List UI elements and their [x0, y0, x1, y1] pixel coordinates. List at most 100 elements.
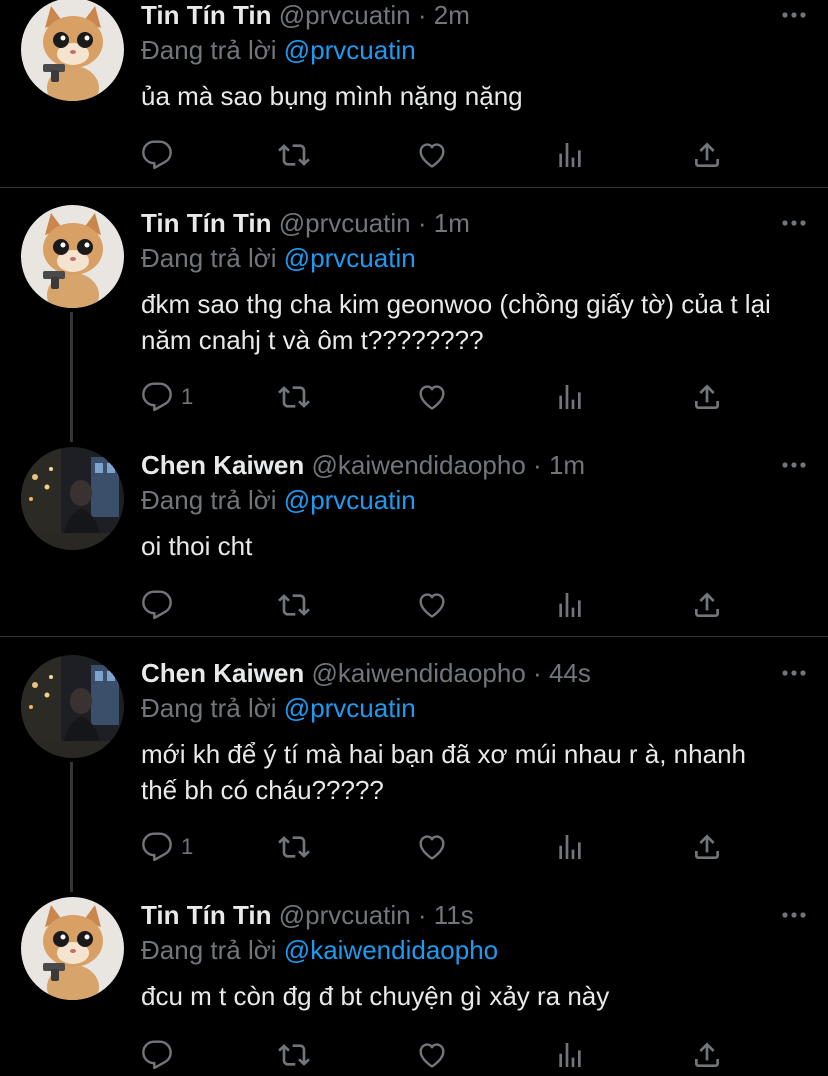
more-icon[interactable] — [780, 658, 808, 688]
reply-mention-link[interactable]: @prvcuatin — [284, 485, 416, 515]
like-button[interactable] — [416, 380, 448, 414]
display-name[interactable]: Chen Kaiwen — [141, 450, 304, 480]
avatar[interactable] — [21, 0, 124, 101]
heart-icon — [416, 831, 448, 863]
views-icon — [554, 381, 586, 413]
reply-prefix: Đang trả lời — [141, 485, 277, 515]
avatar[interactable] — [21, 205, 124, 308]
reply-prefix: Đang trả lời — [141, 243, 277, 273]
share-icon — [691, 1039, 723, 1071]
separator-dot: · — [417, 900, 427, 930]
reply-button[interactable]: 1 — [141, 830, 193, 864]
views-icon — [554, 139, 586, 171]
views-button[interactable] — [554, 830, 586, 864]
tweet[interactable]: Tin Tín Tin @prvcuatin · 11s Đang trả lờ… — [0, 900, 828, 1076]
avatar[interactable] — [21, 447, 124, 550]
heart-icon — [416, 381, 448, 413]
reply-prefix: Đang trả lời — [141, 693, 277, 723]
display-name[interactable]: Tin Tín Tin — [141, 208, 271, 238]
timestamp[interactable]: 1m — [549, 450, 585, 480]
more-icon[interactable] — [780, 450, 808, 480]
views-button[interactable] — [554, 1038, 586, 1072]
heart-icon — [416, 139, 448, 171]
tweet-text: đkm sao thg cha kim geonwoo (chồng giấy … — [141, 289, 779, 355]
tweet-actions: 1 — [141, 380, 741, 414]
reply-mention-link[interactable]: @prvcuatin — [284, 693, 416, 723]
separator-dot: · — [533, 658, 542, 688]
views-button[interactable] — [554, 588, 586, 622]
share-button[interactable] — [691, 830, 723, 864]
views-button[interactable] — [554, 138, 586, 172]
reply-context: Đang trả lời @prvcuatin — [141, 243, 416, 273]
avatar[interactable] — [21, 655, 124, 758]
kitten-avatar-image — [21, 897, 124, 1000]
tweet-divider — [0, 187, 828, 188]
reply-button[interactable]: 1 — [141, 380, 193, 414]
like-button[interactable] — [416, 588, 448, 622]
reply-mention-link[interactable]: @kaiwendidaopho — [284, 935, 498, 965]
separator-dot: · — [533, 450, 542, 480]
kitten-avatar-image — [21, 0, 124, 101]
reply-prefix: Đang trả lời — [141, 935, 277, 965]
display-name[interactable]: Chen Kaiwen — [141, 658, 304, 688]
reply-icon — [141, 139, 173, 171]
avatar[interactable] — [21, 897, 124, 1000]
more-icon[interactable] — [780, 900, 808, 930]
retweet-button[interactable] — [278, 138, 310, 172]
tweet-actions: 1 — [141, 830, 741, 864]
like-button[interactable] — [416, 138, 448, 172]
views-icon — [554, 589, 586, 621]
reply-button[interactable] — [141, 1038, 181, 1072]
reply-button[interactable] — [141, 588, 181, 622]
user-handle[interactable]: @prvcuatin — [279, 0, 411, 30]
timestamp[interactable]: 1m — [434, 208, 470, 238]
timestamp[interactable]: 44s — [549, 658, 591, 688]
reply-mention-link[interactable]: @prvcuatin — [284, 243, 416, 273]
kitten-avatar-image — [21, 205, 124, 308]
retweet-icon — [278, 1039, 310, 1071]
views-icon — [554, 1039, 586, 1071]
tweet-divider — [0, 636, 828, 637]
share-icon — [691, 589, 723, 621]
tweet-text: mới kh để ý tí mà hai bạn đã xơ múi nhau… — [141, 739, 754, 805]
reply-context: Đang trả lời @kaiwendidaopho — [141, 935, 498, 965]
user-handle[interactable]: @prvcuatin — [279, 208, 411, 238]
like-button[interactable] — [416, 1038, 448, 1072]
display-name[interactable]: Tin Tín Tin — [141, 0, 271, 30]
tweet[interactable]: Chen Kaiwen @kaiwendidaopho · 44s Đang t… — [0, 658, 828, 883]
display-name[interactable]: Tin Tín Tin — [141, 900, 271, 930]
reply-icon — [141, 1039, 173, 1071]
retweet-button[interactable] — [278, 830, 310, 864]
reply-count: 1 — [181, 834, 194, 859]
share-button[interactable] — [691, 138, 723, 172]
share-button[interactable] — [691, 1038, 723, 1072]
like-button[interactable] — [416, 830, 448, 864]
reply-button[interactable] — [141, 138, 181, 172]
reply-icon — [141, 589, 173, 621]
share-button[interactable] — [691, 588, 723, 622]
reply-prefix: Đang trả lời — [141, 35, 277, 65]
night-street-avatar-image — [21, 447, 124, 550]
share-icon — [691, 381, 723, 413]
share-icon — [691, 139, 723, 171]
tweet[interactable]: Tin Tín Tin @prvcuatin · 1m Đang trả lời… — [0, 208, 828, 433]
retweet-icon — [278, 139, 310, 171]
reply-mention-link[interactable]: @prvcuatin — [284, 35, 416, 65]
more-icon[interactable] — [780, 208, 808, 238]
separator-dot: · — [417, 208, 427, 238]
tweet[interactable]: Chen Kaiwen @kaiwendidaopho · 1m Đang tr… — [0, 450, 828, 635]
user-handle[interactable]: @kaiwendidaopho — [311, 450, 525, 480]
user-handle[interactable]: @kaiwendidaopho — [311, 658, 525, 688]
timestamp[interactable]: 2m — [434, 0, 470, 30]
reply-icon — [141, 381, 173, 413]
tweet[interactable]: Tin Tín Tin @prvcuatin · 2m Đang trả lời… — [0, 0, 828, 186]
retweet-button[interactable] — [278, 588, 310, 622]
more-icon[interactable] — [780, 0, 808, 30]
views-button[interactable] — [554, 380, 586, 414]
timestamp[interactable]: 11s — [434, 900, 474, 930]
tweet-text: oi thoi cht — [141, 531, 253, 561]
share-button[interactable] — [691, 380, 723, 414]
user-handle[interactable]: @prvcuatin — [279, 900, 411, 930]
retweet-button[interactable] — [278, 380, 310, 414]
retweet-button[interactable] — [278, 1038, 310, 1072]
